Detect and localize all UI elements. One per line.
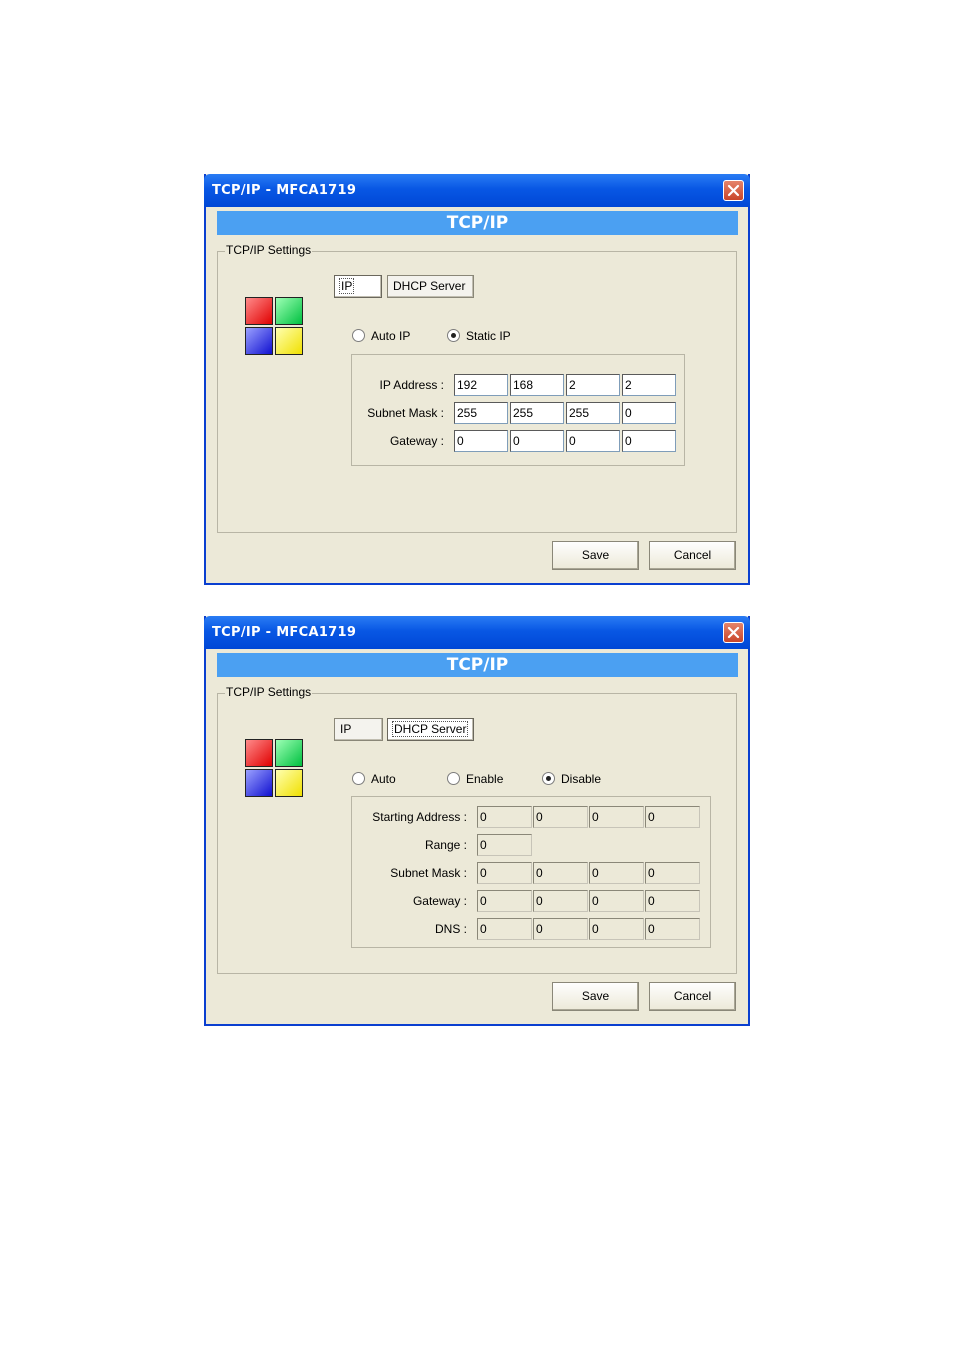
tab-ip-label: IP <box>338 278 355 294</box>
dns-octet-3[interactable]: 0 <box>589 918 644 940</box>
radio-unchecked-icon <box>352 329 365 342</box>
radio-auto-ip[interactable]: Auto IP <box>352 329 410 343</box>
gateway-octet-3[interactable]: 0 <box>566 430 620 452</box>
close-button[interactable] <box>723 622 744 643</box>
radio-enable[interactable]: Enable <box>447 772 503 786</box>
subnet-mask-octet-1[interactable]: 255 <box>454 402 508 424</box>
tcpip-logo-icon <box>245 297 305 357</box>
tcpip-dialog-dhcp-tab: TCP/IP - MFCA1719 TCP/IP TCP/IP Settings… <box>204 616 750 1026</box>
gateway-octet-1[interactable]: 0 <box>454 430 508 452</box>
subnet-mask-label: Subnet Mask : <box>390 866 467 880</box>
dhcp-settings-box: Starting Address : 0 0 0 0 Range : 0 Sub… <box>351 796 711 948</box>
gateway-octet-1[interactable]: 0 <box>477 890 532 912</box>
subnet-mask-octet-4[interactable]: 0 <box>645 862 700 884</box>
title-bar[interactable]: TCP/IP - MFCA1719 <box>204 174 750 207</box>
subnet-mask-octet-3[interactable]: 255 <box>566 402 620 424</box>
radio-auto[interactable]: Auto <box>352 772 396 786</box>
gateway-label: Gateway : <box>412 894 467 908</box>
ip-address-octet-4[interactable]: 2 <box>622 374 676 396</box>
close-icon <box>727 184 740 197</box>
radio-unchecked-icon <box>447 772 460 785</box>
tcpip-settings-group: TCP/IP Settings IP DHCP Server Auto IP S… <box>217 243 737 533</box>
cancel-button[interactable]: Cancel <box>649 541 736 570</box>
title-bar[interactable]: TCP/IP - MFCA1719 <box>204 616 750 649</box>
radio-static-ip-label: Static IP <box>466 329 511 343</box>
gateway-octet-3[interactable]: 0 <box>589 890 644 912</box>
tab-ip[interactable]: IP <box>334 718 383 741</box>
cancel-button[interactable]: Cancel <box>649 982 736 1011</box>
subnet-mask-octet-2[interactable]: 255 <box>510 402 564 424</box>
window-title: TCP/IP - MFCA1719 <box>212 183 357 198</box>
tcpip-dialog-ip-tab: TCP/IP - MFCA1719 TCP/IP TCP/IP Settings… <box>204 174 750 585</box>
subnet-mask-label: Subnet Mask : <box>367 406 444 420</box>
range-field[interactable]: 0 <box>477 834 532 856</box>
tab-dhcp-server[interactable]: DHCP Server <box>387 275 474 298</box>
ip-address-label: IP Address : <box>379 378 444 392</box>
starting-address-octet-4[interactable]: 0 <box>645 806 700 828</box>
gateway-octet-2[interactable]: 0 <box>510 430 564 452</box>
radio-checked-icon <box>542 772 555 785</box>
tab-dhcp-server-label: DHCP Server <box>391 721 469 737</box>
tab-dhcp-server[interactable]: DHCP Server <box>387 718 474 741</box>
ip-address-octet-1[interactable]: 192 <box>454 374 508 396</box>
group-label: TCP/IP Settings <box>225 243 313 257</box>
starting-address-octet-1[interactable]: 0 <box>477 806 532 828</box>
gateway-octet-4[interactable]: 0 <box>645 890 700 912</box>
dns-octet-4[interactable]: 0 <box>645 918 700 940</box>
tcpip-banner: TCP/IP <box>217 211 738 235</box>
ip-address-octet-3[interactable]: 2 <box>566 374 620 396</box>
radio-checked-icon <box>447 329 460 342</box>
range-label: Range : <box>424 838 467 852</box>
static-ip-settings-box: IP Address : 192 168 2 2 Subnet Mask : 2… <box>351 354 685 466</box>
tcpip-banner: TCP/IP <box>217 653 738 677</box>
tcpip-settings-group: TCP/IP Settings IP DHCP Server Auto Enab… <box>217 685 737 974</box>
save-button[interactable]: Save <box>552 982 639 1011</box>
dns-octet-1[interactable]: 0 <box>477 918 532 940</box>
radio-disable[interactable]: Disable <box>542 772 601 786</box>
subnet-mask-octet-1[interactable]: 0 <box>477 862 532 884</box>
radio-auto-ip-label: Auto IP <box>371 329 411 343</box>
subnet-mask-octet-4[interactable]: 0 <box>622 402 676 424</box>
subnet-mask-octet-2[interactable]: 0 <box>533 862 588 884</box>
tcpip-logo-icon <box>245 739 305 799</box>
save-button[interactable]: Save <box>552 541 639 570</box>
radio-auto-label: Auto <box>371 772 396 786</box>
radio-disable-label: Disable <box>561 772 602 786</box>
dns-octet-2[interactable]: 0 <box>533 918 588 940</box>
tab-dhcp-server-label: DHCP Server <box>393 279 466 293</box>
tab-ip-label: IP <box>340 722 352 736</box>
ip-address-octet-2[interactable]: 168 <box>510 374 564 396</box>
window-title: TCP/IP - MFCA1719 <box>212 625 357 640</box>
gateway-label: Gateway : <box>389 434 444 448</box>
dns-label: DNS : <box>434 922 467 936</box>
close-icon <box>727 626 740 639</box>
group-label: TCP/IP Settings <box>225 685 313 699</box>
starting-address-label: Starting Address : <box>372 810 467 824</box>
radio-enable-label: Enable <box>466 772 504 786</box>
tab-ip[interactable]: IP <box>334 275 382 298</box>
close-button[interactable] <box>723 180 744 201</box>
radio-static-ip[interactable]: Static IP <box>447 329 511 343</box>
starting-address-octet-2[interactable]: 0 <box>533 806 588 828</box>
starting-address-octet-3[interactable]: 0 <box>589 806 644 828</box>
radio-unchecked-icon <box>352 772 365 785</box>
subnet-mask-octet-3[interactable]: 0 <box>589 862 644 884</box>
gateway-octet-4[interactable]: 0 <box>622 430 676 452</box>
gateway-octet-2[interactable]: 0 <box>533 890 588 912</box>
